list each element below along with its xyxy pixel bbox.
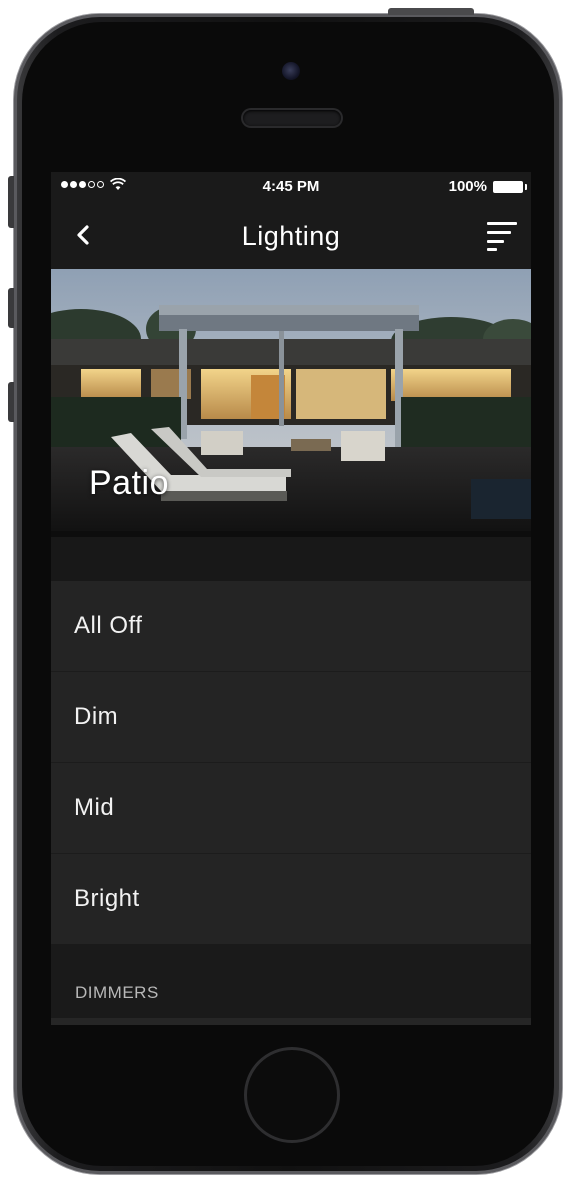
earpiece-speaker — [243, 110, 341, 126]
scene-item-dim[interactable]: Dim — [51, 672, 531, 763]
section-spacer — [51, 537, 531, 581]
menu-button[interactable] — [485, 218, 519, 252]
mute-switch — [8, 176, 14, 228]
scene-item-all-off[interactable]: All Off — [51, 581, 531, 672]
volume-up-button — [8, 288, 14, 328]
status-right: 100% — [448, 178, 527, 195]
scene-item-bright[interactable]: Bright — [51, 854, 531, 944]
menu-icon — [487, 222, 517, 251]
navigation-bar: Lighting — [51, 202, 531, 269]
status-bar: 4:45 PM 100% — [51, 172, 531, 202]
battery-icon — [493, 180, 527, 193]
scene-item-mid[interactable]: Mid — [51, 763, 531, 854]
dimmers-header-label: DIMMERS — [75, 983, 159, 1002]
room-name: Patio — [89, 464, 169, 502]
app-screen: 4:45 PM 100% Lighting Patio All Off Dim … — [51, 172, 531, 1025]
home-button[interactable] — [244, 1047, 340, 1143]
front-camera — [282, 62, 300, 80]
power-button — [388, 8, 474, 15]
scene-list: All Off Dim Mid Bright — [51, 581, 531, 944]
dimmers-section-header: DIMMERS — [51, 944, 531, 1018]
volume-down-button — [8, 382, 14, 422]
page-title: Lighting — [241, 221, 341, 251]
dimmers-list-peek — [51, 1018, 531, 1025]
battery-percentage: 100% — [448, 178, 487, 195]
room-hero-image[interactable]: Patio — [51, 269, 531, 537]
